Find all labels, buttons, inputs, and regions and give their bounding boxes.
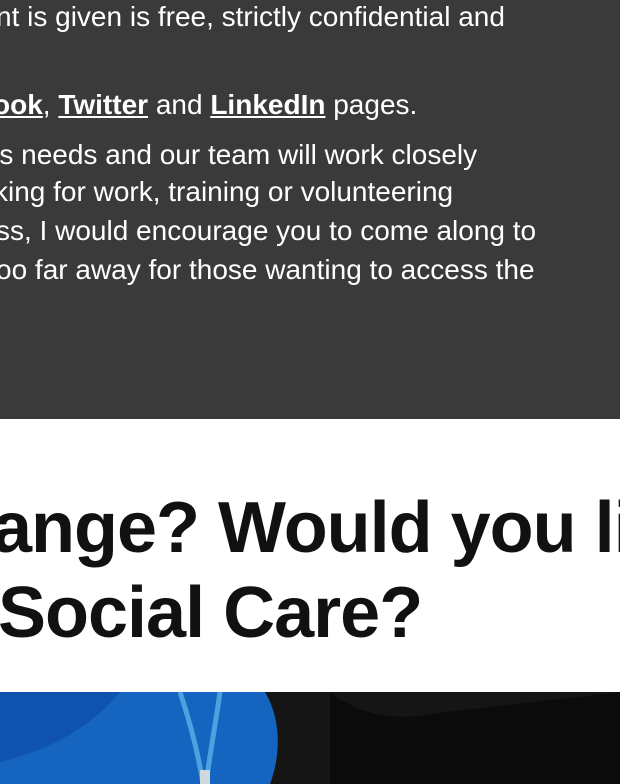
cta-heading-line: ange? Would you like — [0, 488, 620, 568]
intro-text-line: ss, I would encourage you to come along … — [0, 215, 537, 246]
photo-illustration — [0, 692, 620, 784]
intro-text-line: oo far away for those wanting to access … — [0, 254, 535, 285]
call-to-action-section: ange? Would you like Social Care? — [0, 419, 620, 692]
linkedin-link[interactable]: LinkedIn — [210, 89, 325, 120]
social-suffix: pages. — [333, 89, 418, 120]
twitter-link[interactable]: Twitter — [58, 89, 148, 120]
lanyard-clip — [200, 770, 210, 784]
intro-text-line: 's needs and our team will work closely — [0, 139, 478, 170]
intro-text-line: nt is given is free, strictly confidenti… — [0, 1, 505, 32]
social-and: and — [155, 89, 203, 120]
cta-heading-line: Social Care? — [0, 573, 423, 653]
facebook-link[interactable]: ook — [0, 89, 43, 120]
info-section: nt is given is free, strictly confidenti… — [0, 0, 620, 419]
intro-text-line: king for work, training or volunteering — [0, 176, 454, 207]
social-links-line: ook, Twitter and LinkedIn pages. — [0, 91, 417, 119]
social-separator: , — [42, 89, 51, 120]
care-worker-photo — [0, 692, 620, 784]
